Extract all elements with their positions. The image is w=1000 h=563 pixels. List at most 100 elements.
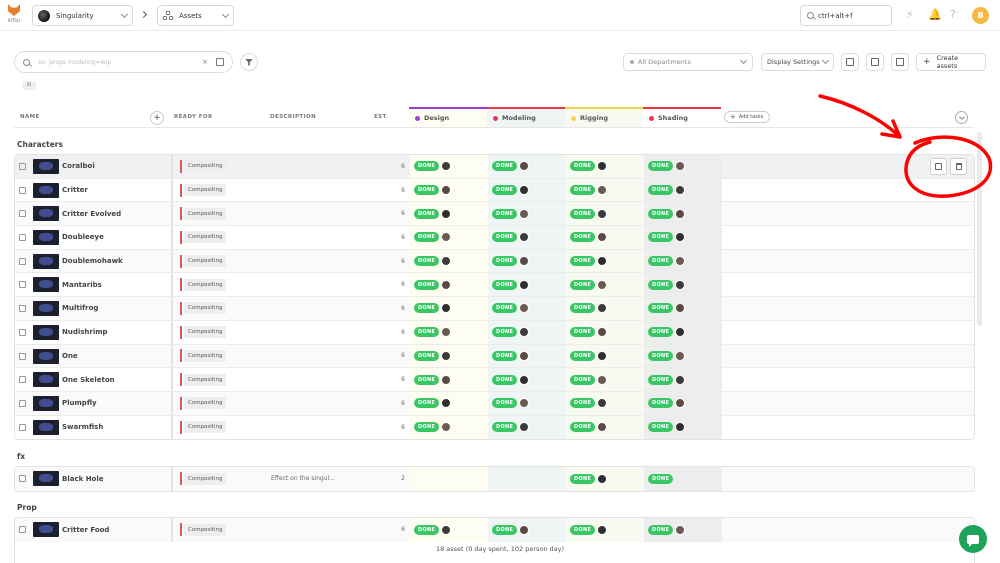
status-done-badge[interactable]: DONE (414, 208, 440, 219)
assignee-avatar[interactable] (519, 256, 530, 267)
status-done-badge[interactable]: DONE (570, 279, 596, 290)
assignee-avatar[interactable] (675, 232, 686, 243)
assignee-avatar[interactable] (441, 524, 452, 535)
status-done-badge[interactable]: DONE (492, 161, 518, 172)
task-status-cell[interactable]: DONE (488, 202, 566, 226)
status-done-badge[interactable]: DONE (570, 473, 596, 484)
task-status-cell[interactable]: DONE (644, 226, 722, 249)
assignee-avatar[interactable] (597, 524, 608, 535)
asset-thumbnail[interactable] (33, 253, 59, 269)
collapse-columns-button[interactable] (955, 111, 968, 124)
status-done-badge[interactable]: DONE (414, 232, 440, 243)
task-status-cell[interactable]: DONE (644, 391, 722, 415)
assignee-avatar[interactable] (597, 279, 608, 290)
assignee-avatar[interactable] (675, 303, 686, 314)
task-status-cell[interactable]: DONE (488, 518, 566, 542)
status-done-badge[interactable]: DONE (492, 524, 518, 535)
table-row[interactable]: Critter Food Compositing 6 DONE DONE DONE DONE (15, 518, 974, 542)
status-done-badge[interactable]: DONE (570, 232, 596, 243)
assignee-avatar[interactable] (441, 185, 452, 196)
assignee-avatar[interactable] (519, 350, 530, 361)
create-assets-button[interactable]: + Create assets (916, 53, 986, 71)
status-done-badge[interactable]: DONE (414, 256, 440, 267)
assignee-avatar[interactable] (675, 398, 686, 409)
task-status-cell[interactable]: DONE (410, 344, 488, 368)
status-done-badge[interactable]: DONE (492, 256, 518, 267)
task-status-cell[interactable]: DONE (644, 249, 722, 273)
row-checkbox[interactable] (19, 210, 26, 218)
header-estimation[interactable]: EST. (374, 114, 388, 120)
task-status-cell[interactable]: DONE (410, 415, 488, 440)
status-done-badge[interactable]: DONE (414, 422, 440, 433)
task-header-design[interactable]: Design (409, 107, 487, 127)
assignee-avatar[interactable] (441, 303, 452, 314)
table-row[interactable]: One Skeleton Compositing 6 DONE DONE DONE DONE (15, 368, 974, 392)
task-status-cell[interactable]: DONE (488, 226, 566, 249)
asset-thumbnail[interactable] (33, 372, 59, 388)
task-status-cell[interactable]: DONE (410, 178, 488, 202)
task-status-cell[interactable]: DONE (566, 320, 644, 344)
assignee-avatar[interactable] (597, 327, 608, 338)
asset-name[interactable]: Doubleeye (62, 226, 104, 249)
assignee-avatar[interactable] (597, 303, 608, 314)
assignee-avatar[interactable] (519, 327, 530, 338)
status-done-badge[interactable]: DONE (492, 374, 518, 385)
task-status-cell[interactable]: DONE (488, 320, 566, 344)
asset-name[interactable]: Plumpfly (62, 392, 97, 415)
row-checkbox[interactable] (19, 376, 26, 384)
task-status-cell[interactable]: DONE (566, 155, 644, 178)
ready-for-cell[interactable]: Compositing (180, 416, 227, 440)
asset-name[interactable]: Black Hole (62, 467, 104, 491)
saved-filter-chip[interactable]: ID (22, 81, 36, 90)
assignee-avatar[interactable] (441, 279, 452, 290)
asset-thumbnail[interactable] (33, 395, 59, 411)
assignee-avatar[interactable] (675, 524, 686, 535)
asset-thumbnail[interactable] (33, 206, 59, 222)
status-done-badge[interactable]: DONE (648, 422, 674, 433)
status-done-badge[interactable]: DONE (648, 327, 674, 338)
save-search-icon[interactable] (216, 58, 224, 66)
assignee-avatar[interactable] (597, 232, 608, 243)
asset-thumbnail[interactable] (33, 159, 59, 174)
status-done-badge[interactable]: DONE (648, 232, 674, 243)
status-done-badge[interactable]: DONE (414, 327, 440, 338)
asset-search-input[interactable]: ex: props modeling=wip (38, 59, 202, 66)
bell-icon[interactable]: 🔔 (928, 8, 942, 22)
status-done-badge[interactable]: DONE (570, 185, 596, 196)
delete-button[interactable] (950, 158, 967, 175)
status-done-badge[interactable]: DONE (414, 279, 440, 290)
export-button[interactable] (891, 53, 909, 71)
ready-for-cell[interactable]: Compositing (180, 321, 227, 344)
assignee-avatar[interactable] (519, 524, 530, 535)
estimation-cell[interactable]: 6 (375, 321, 405, 344)
status-done-badge[interactable]: DONE (414, 185, 440, 196)
lightning-icon[interactable]: ⚡ (906, 8, 914, 22)
ready-for-cell[interactable]: Compositing (180, 202, 227, 225)
task-status-cell[interactable]: DONE (410, 320, 488, 344)
task-status-cell[interactable]: DONE (488, 391, 566, 415)
task-status-cell[interactable]: DONE (410, 155, 488, 178)
user-avatar[interactable]: B (972, 7, 989, 24)
task-status-cell[interactable]: DONE (566, 518, 644, 542)
task-status-cell[interactable]: DONE (566, 273, 644, 297)
header-name[interactable]: NAME (20, 114, 40, 120)
task-status-cell[interactable] (488, 467, 566, 491)
clear-search-icon[interactable]: × (202, 58, 208, 66)
status-done-badge[interactable]: DONE (492, 279, 518, 290)
asset-thumbnail[interactable] (33, 182, 59, 198)
task-status-cell[interactable]: DONE (644, 178, 722, 202)
status-done-badge[interactable]: DONE (492, 185, 518, 196)
task-status-cell[interactable]: DONE (566, 178, 644, 202)
production-select[interactable]: Singularity (32, 5, 133, 26)
task-status-cell[interactable]: DONE (488, 273, 566, 297)
asset-name[interactable]: Multifrog (62, 297, 98, 320)
estimation-cell[interactable]: 6 (375, 226, 405, 249)
task-status-cell[interactable]: DONE (566, 368, 644, 391)
assignee-avatar[interactable] (519, 398, 530, 409)
task-status-cell[interactable]: DONE (488, 344, 566, 368)
estimation-cell[interactable]: 6 (375, 368, 405, 391)
row-checkbox[interactable] (19, 281, 26, 289)
edit-button[interactable] (930, 158, 947, 175)
status-done-badge[interactable]: DONE (492, 327, 518, 338)
task-status-cell[interactable]: DONE (644, 297, 722, 320)
